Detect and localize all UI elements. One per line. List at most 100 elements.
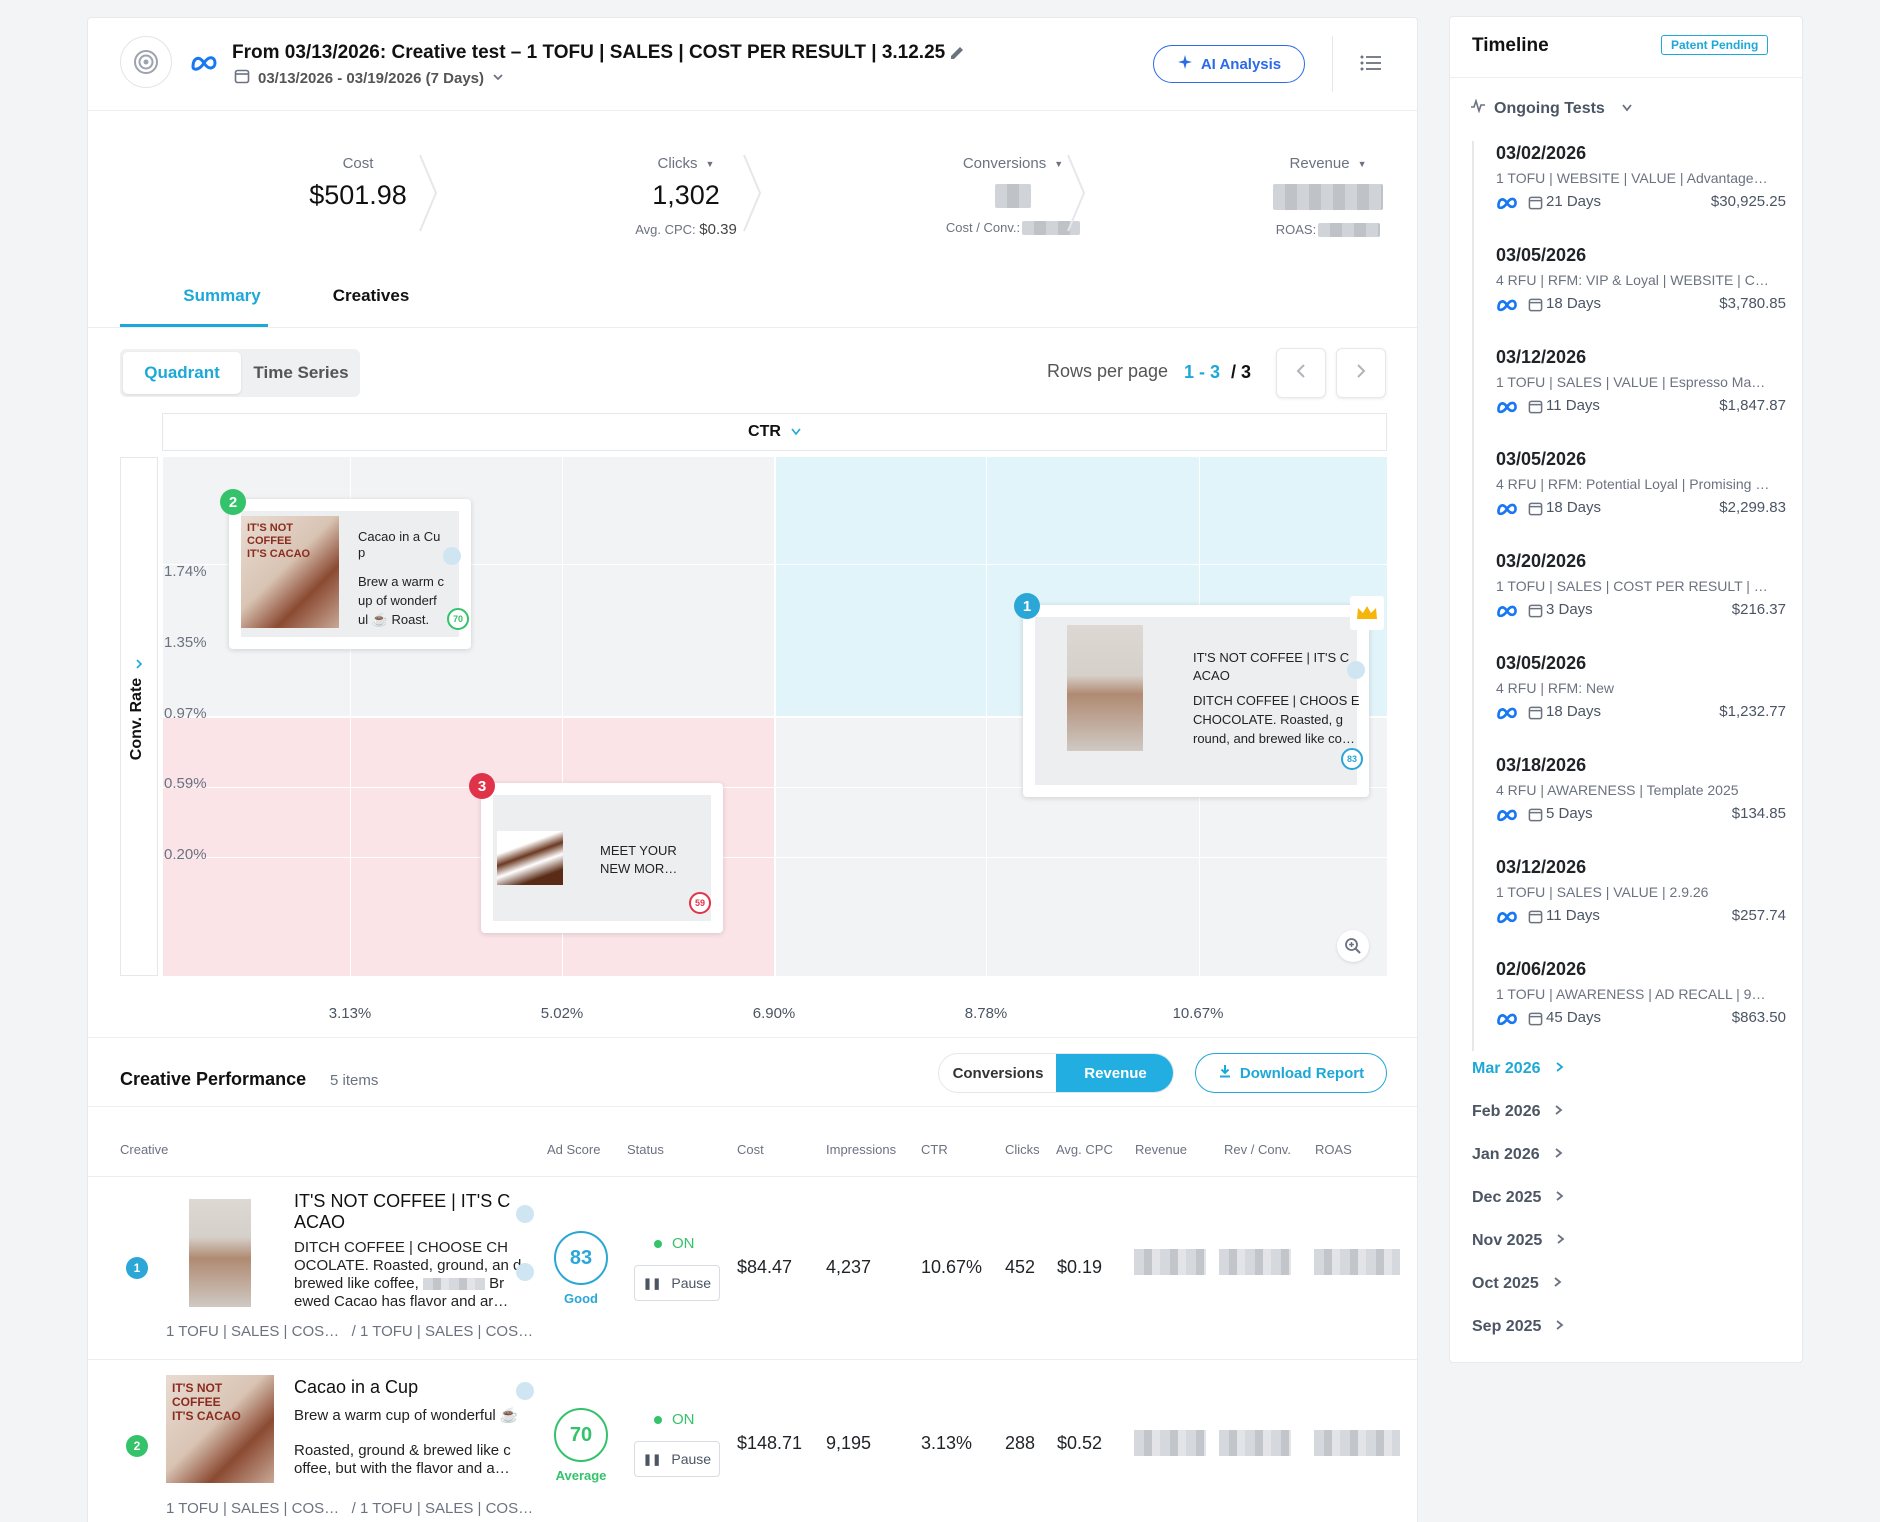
table-row[interactable]: 2 IT'S NOT COFFEE IT'S CACAO Cacao in a C… [88,1360,1417,1522]
download-report-button[interactable]: Download Report [1195,1053,1387,1093]
edit-icon[interactable] [948,44,966,67]
timeline-item[interactable]: 02/06/2026 1 TOFU | AWARENESS | AD RECALL… [1450,959,1802,1061]
x-tick: 5.02% [540,1005,584,1022]
expand-icon[interactable] [1347,661,1365,679]
month-group-toggle[interactable]: Nov 2025 [1472,1232,1565,1250]
cell-roas-redacted [1314,1249,1400,1275]
timeline-item[interactable]: 03/12/2026 1 TOFU | SALES | VALUE | Espre… [1450,347,1802,449]
timeline-item-date: 03/05/2026 [1496,245,1587,265]
expand-icon[interactable] [516,1205,534,1223]
column-header-ad-score[interactable]: Ad Score [547,1142,600,1157]
header-divider [1332,36,1333,92]
calendar-icon [1528,807,1543,826]
timeline-item-days: 11 Days [1546,397,1600,414]
caret-down-icon[interactable]: ▼ [1358,159,1367,169]
tab-creatives[interactable]: Creatives [304,286,438,306]
prev-page-button[interactable] [1276,348,1326,398]
month-group-toggle[interactable]: Mar 2026 [1472,1060,1564,1078]
tab-summary[interactable]: Summary [155,286,289,306]
ai-analysis-button[interactable]: AI Analysis [1153,45,1305,83]
timeline-item[interactable]: 03/12/2026 1 TOFU | SALES | VALUE | 2.9.2… [1450,857,1802,959]
timeline-item-name: 1 TOFU | SALES | VALUE | 2.9.26 [1496,884,1709,900]
month-group-toggle[interactable]: Oct 2025 [1472,1275,1562,1293]
section-separator [88,1106,1417,1107]
column-header-clicks[interactable]: Clicks [1005,1142,1040,1157]
sparkle-icon [1177,54,1193,74]
cell-ctr: 3.13% [921,1433,973,1453]
pagination-range[interactable]: 1 - 3 [1184,362,1220,383]
month-label: Oct 2025 [1472,1275,1539,1292]
creative-title: IT'S NOT COFFEE | IT'S C ACAO [1193,650,1350,683]
creative-thumbnail: IT'S NOT COFFEE IT'S CACAO [166,1375,274,1483]
timeline-item[interactable]: 03/20/2026 1 TOFU | SALES | COST PER RESU… [1450,551,1802,653]
calendar-icon [1528,909,1543,928]
expand-icon[interactable] [443,547,461,565]
timeline-item-date: 03/18/2026 [1496,755,1587,775]
timeline-item-meta: 3 Days $216.37 [1496,601,1786,623]
column-header-roas[interactable]: ROAS [1315,1142,1352,1157]
ongoing-tests-toggle[interactable]: Ongoing Tests [1470,98,1633,118]
caret-down-icon[interactable]: ▼ [706,159,715,169]
list-menu-icon[interactable] [1360,54,1382,77]
quadrant-creative-card[interactable]: MEET YOUR NEW MOR… 59 [481,783,723,933]
column-header-status[interactable]: Status [627,1142,664,1157]
cell-avg-cpc: $0.52 [1057,1433,1103,1453]
column-header-cost[interactable]: Cost [737,1142,764,1157]
toggle-revenue[interactable]: Revenue [1056,1054,1173,1092]
next-page-button[interactable] [1336,348,1386,398]
cell-roas-redacted [1314,1430,1400,1456]
month-group-toggle[interactable]: Dec 2025 [1472,1189,1564,1207]
toggle-conversions[interactable]: Conversions [939,1054,1057,1092]
timeline-item-days: 3 Days [1546,601,1593,618]
ai-analysis-label: AI Analysis [1200,55,1282,73]
rank-badge: 1 [126,1257,148,1279]
quadrant-creative-card[interactable]: IT'S NOT COFFEE | IT'S C ACAO DITCH COFF… [1023,605,1369,797]
toggle-quadrant[interactable]: Quadrant [123,352,241,394]
pause-icon: ❚❚ [642,1277,662,1290]
timeline-item-amount: $3,780.85 [1719,295,1786,312]
timeline-item[interactable]: 03/05/2026 4 RFU | RFM: VIP & Loyal | WEB… [1450,245,1802,347]
meta-icon [1496,808,1518,826]
column-header-avg-cpc[interactable]: Avg. CPC [1056,1142,1113,1157]
chevron-right-icon [1555,1189,1564,1207]
toggle-time-series[interactable]: Time Series [242,352,360,394]
table-row[interactable]: 1 IT'S NOT COFFEE | IT'S C ACAO DITCH CO… [88,1177,1417,1359]
column-header-creative[interactable]: Creative [120,1142,168,1157]
header-separator [88,110,1417,111]
x-tick: 8.78% [964,1005,1008,1022]
month-group-toggle[interactable]: Feb 2026 [1472,1103,1563,1121]
pause-button[interactable]: ❚❚ Pause [634,1265,720,1301]
kpi-clicks-value: 1,302 [652,180,720,210]
meta-icon [1496,502,1518,520]
y-metric-selector[interactable]: Conv. Rate [120,457,158,976]
kpi-clicks: Clicks ▼ 1,302 Avg. CPC: $0.39 [536,155,836,238]
status-dot [654,1239,662,1248]
timeline-item[interactable]: 03/02/2026 1 TOFU | WEBSITE | VALUE | Adv… [1450,143,1802,245]
month-group-toggle[interactable]: Sep 2025 [1472,1318,1564,1336]
x-metric-selector[interactable]: CTR [162,413,1387,451]
column-header-ctr[interactable]: CTR [921,1142,948,1157]
caret-down-icon[interactable]: ▼ [1054,159,1063,169]
x-tick: 6.90% [752,1005,796,1022]
expand-icon[interactable] [516,1263,534,1281]
column-header-rev-per-conv[interactable]: Rev / Conv. [1224,1142,1291,1157]
column-header-revenue[interactable]: Revenue [1135,1142,1187,1157]
date-range-selector[interactable]: 03/13/2026 - 03/19/2026 (7 Days) [234,68,504,88]
calendar-icon [1528,297,1543,316]
cell-revenue-redacted [1134,1249,1206,1275]
ad-score-ring: 83 [1341,748,1363,770]
timeline-item[interactable]: 03/05/2026 4 RFU | RFM: Potential Loyal |… [1450,449,1802,551]
cell-rev-per-conv-redacted [1219,1249,1291,1275]
kpi-cpc-label: Avg. CPC: [635,222,696,237]
zoom-icon[interactable] [1337,930,1369,962]
pause-button[interactable]: ❚❚ Pause [634,1441,720,1477]
month-group-toggle[interactable]: Jan 2026 [1472,1146,1563,1164]
kpi-cost: Cost $501.98 [208,155,508,211]
expand-icon[interactable] [516,1382,534,1400]
column-header-impressions[interactable]: Impressions [826,1142,896,1157]
download-report-label: Download Report [1239,1064,1365,1082]
month-label: Jan 2026 [1472,1146,1540,1163]
timeline-item[interactable]: 03/05/2026 4 RFU | RFM: New 18 Days $1,232.… [1450,653,1802,755]
quadrant-creative-card[interactable]: IT'S NOT COFFEE IT'S CACAO Cacao in a Cu … [229,499,471,649]
timeline-item[interactable]: 03/18/2026 4 RFU | AWARENESS | Template 2… [1450,755,1802,857]
